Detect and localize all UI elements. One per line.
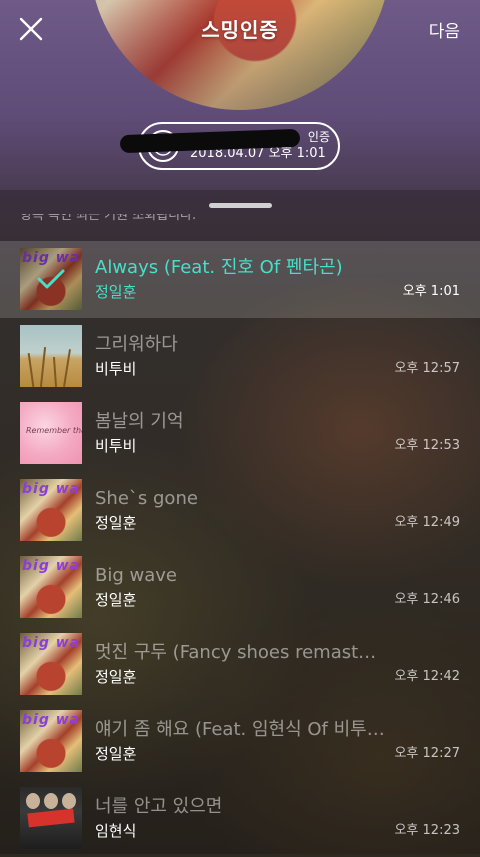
song-title: 얘기 좀 해요 (Feat. 임현식 Of 비투비) [95, 719, 385, 740]
song-row[interactable]: Remember that 봄날의 기억 비투비 오후 12:53 [0, 395, 480, 472]
song-artist: 임현식 [95, 822, 137, 840]
song-row[interactable]: big wave 멋진 구두 (Fancy shoes remastered) … [0, 626, 480, 703]
album-thumbnail: big wave [20, 556, 82, 618]
song-artist: 정일훈 [95, 745, 137, 763]
song-title: 너를 안고 있으면 [95, 796, 223, 817]
album-thumbnail: big wave [20, 479, 82, 541]
song-title: 그리워하다 [95, 334, 178, 355]
album-thumbnail: Remember that [20, 402, 82, 464]
song-time: 오후 12:27 [394, 746, 460, 761]
page-title: 스밍인증 [201, 18, 279, 42]
song-artist: 정일훈 [95, 668, 137, 686]
song-title: 봄날의 기억 [95, 411, 184, 432]
album-thumbnail [20, 325, 82, 387]
song-artist: 정일훈 [95, 514, 137, 532]
song-row[interactable]: 너를 안고 있으면 임현식 오후 12:23 [0, 780, 480, 857]
song-time: 오후 12:49 [394, 515, 460, 530]
song-row[interactable]: big wave 얘기 좀 해요 (Feat. 임현식 Of 비투비) 정일훈 … [0, 703, 480, 780]
song-list-sheet: 항목 독인 최근 기원 조회됩니다. big wave Always (Feat… [0, 190, 480, 854]
song-row[interactable]: big wave Always (Feat. 진호 Of 펜타곤) 정일훈 오후… [0, 241, 480, 318]
streaming-record-badge[interactable]: 인증 2018.04.07 오후 1:01 [119, 122, 340, 170]
song-title: Always (Feat. 진호 Of 펜타곤) [95, 257, 343, 278]
song-title: Big wave [95, 565, 177, 586]
song-artist: 비투비 [95, 437, 137, 455]
song-title: 멋진 구두 (Fancy shoes remastered) [95, 642, 385, 663]
list-hint: 항목 독인 최근 기원 조회됩니다. [20, 214, 197, 223]
album-thumbnail: big wave [20, 710, 82, 772]
song-list: big wave Always (Feat. 진호 Of 펜타곤) 정일훈 오후… [0, 241, 480, 857]
album-thumbnail: big wave [20, 633, 82, 695]
song-time: 오후 1:01 [402, 284, 460, 299]
album-thumbnail [20, 787, 82, 849]
song-time: 오후 12:46 [394, 592, 460, 607]
song-row[interactable]: big wave She`s gone 정일훈 오후 12:49 [0, 472, 480, 549]
drag-handle[interactable] [209, 203, 272, 208]
header: 스밍인증 다음 인증 2018.04.07 오후 1:01 [0, 0, 480, 190]
song-time: 오후 12:53 [394, 438, 460, 453]
song-time: 오후 12:42 [394, 669, 460, 684]
song-artist: 비투비 [95, 360, 137, 378]
record-label: 인증 [307, 130, 330, 144]
song-time: 오후 12:23 [394, 823, 460, 838]
next-button[interactable]: 다음 [429, 17, 460, 42]
checkmark-icon [37, 269, 65, 289]
song-artist: 정일훈 [95, 283, 137, 301]
song-time: 오후 12:57 [394, 361, 460, 376]
song-row[interactable]: 그리워하다 비투비 오후 12:57 [0, 318, 480, 395]
album-thumbnail: big wave [20, 248, 82, 310]
song-row[interactable]: big wave Big wave 정일훈 오후 12:46 [0, 549, 480, 626]
song-artist: 정일훈 [95, 591, 137, 609]
song-title: She`s gone [95, 488, 198, 509]
